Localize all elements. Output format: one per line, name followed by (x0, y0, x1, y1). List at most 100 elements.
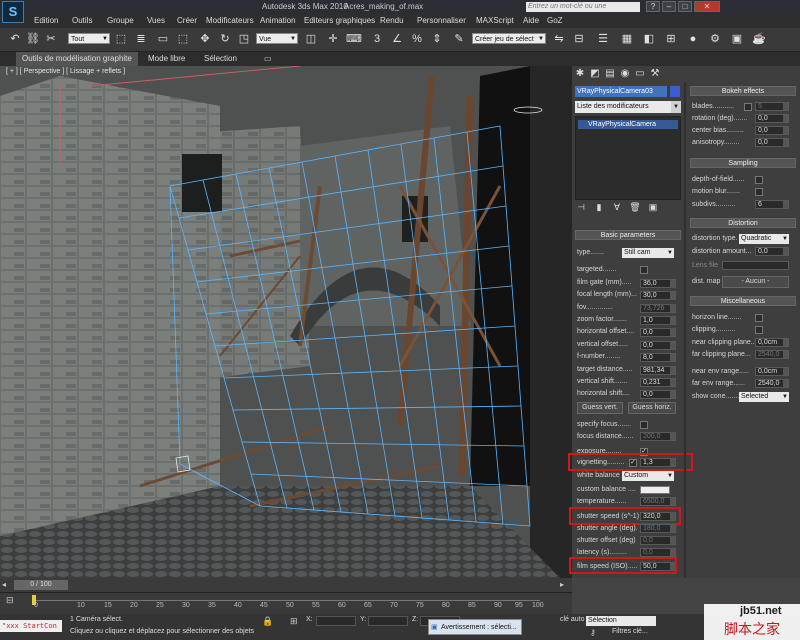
target-distance-spinner[interactable]: 981,34 (640, 366, 676, 375)
specify-focus-checkbox[interactable] (640, 421, 648, 429)
select-object-icon[interactable]: ⬚ (114, 32, 128, 46)
menu-goz[interactable]: GoZ (547, 16, 563, 25)
far-env-spinner[interactable]: 2540,0 (755, 379, 789, 388)
menu-editeurs-graphiques[interactable]: Editeurs graphiques (304, 16, 375, 25)
focal-length-spinner[interactable]: 30,0 (640, 291, 676, 300)
unlink-icon[interactable]: ✂ (44, 32, 58, 46)
rotation-spinner[interactable]: 0,0 (755, 114, 789, 123)
distortion-amount-spinner[interactable]: 0,0 (755, 247, 789, 256)
camera-type-dropdown[interactable]: Still cam ▼ (622, 248, 674, 258)
spinner-arrows-icon[interactable] (670, 367, 675, 374)
spinner-arrows-icon[interactable] (670, 525, 675, 532)
lock-selection-icon[interactable]: 🔒 (262, 616, 273, 627)
horizontal-offset-spinner[interactable]: 0,0 (640, 328, 676, 337)
named-selection-dropdown[interactable]: Créer jeu de sélect ▼ (472, 33, 546, 44)
prev-frame-icon[interactable]: ◂ (2, 580, 6, 589)
x-coord-field[interactable] (316, 616, 356, 626)
blades-checkbox[interactable] (744, 103, 752, 111)
clipping-checkbox[interactable] (755, 326, 763, 334)
mini-curve-editor-icon[interactable]: ⊟ (6, 595, 14, 606)
menu-aide[interactable]: Aide (523, 16, 539, 25)
keyboard-shortcut-icon[interactable]: ⌨ (346, 32, 362, 46)
modify-tab-icon[interactable]: ◩ (589, 68, 601, 80)
absolute-mode-icon[interactable]: ⊞ (290, 616, 298, 627)
angle-snap-icon[interactable]: ∠ (390, 32, 404, 46)
spinner-arrows-icon[interactable] (670, 391, 675, 398)
menu-outils[interactable]: Outils (72, 16, 92, 25)
pivot-center-icon[interactable]: ◫ (304, 32, 318, 46)
layer-manager-icon[interactable]: ☰ (596, 32, 610, 46)
stack-item[interactable]: VRayPhysicalCamera (578, 120, 678, 129)
guess-horiz-button[interactable]: Guess horiz. (628, 402, 676, 414)
selection-filter-dropdown[interactable]: Tout ▼ (68, 33, 110, 44)
auto-key-label[interactable]: clé auto (560, 616, 585, 623)
align-icon[interactable]: ⊟ (572, 32, 586, 46)
make-unique-icon[interactable]: ∀ (611, 202, 623, 213)
dist-map-button[interactable]: - Aucun - (722, 276, 789, 288)
tab-freeform[interactable]: Mode libre (142, 52, 191, 66)
maxscript-listener-field[interactable]: "xxx StartCon (0, 620, 62, 632)
pin-stack-icon[interactable]: ⊣ (575, 202, 587, 213)
lens-file-field[interactable] (722, 261, 789, 270)
reference-coord-dropdown[interactable]: Vue ▼ (256, 33, 298, 44)
time-slider[interactable]: 0 / 100 (14, 580, 68, 590)
track-bar[interactable]: ⊟ 0 10 15 20 25 30 35 40 45 50 55 60 65 … (0, 592, 572, 614)
spinner-snap-icon[interactable]: ⇕ (430, 32, 444, 46)
spinner-arrows-icon[interactable] (670, 280, 675, 287)
display-tab-icon[interactable]: ▭ (634, 68, 646, 80)
move-icon[interactable]: ✥ (198, 32, 212, 46)
object-name-field[interactable]: VRayPhysicalCamera03 (575, 86, 667, 97)
spinner-arrows-icon[interactable] (783, 103, 788, 110)
spinner-arrows-icon[interactable] (670, 305, 675, 312)
spinner-arrows-icon[interactable] (670, 537, 675, 544)
spinner-arrows-icon[interactable] (783, 201, 788, 208)
link-icon[interactable]: ⛓ (26, 32, 40, 46)
warning-taskbar-button[interactable]: ▣ Avertissement : sélecti... (428, 619, 522, 635)
key-filters-button[interactable]: Filtres clé... (612, 628, 648, 635)
select-manipulate-icon[interactable]: ✛ (326, 32, 340, 46)
object-color-swatch[interactable] (670, 86, 680, 97)
percent-snap-icon[interactable]: % (410, 32, 424, 46)
near-env-spinner[interactable]: 0,0cm (755, 367, 789, 376)
depth-of-field-checkbox[interactable] (755, 176, 763, 184)
motion-tab-icon[interactable]: ◉ (619, 68, 631, 80)
spinner-arrows-icon[interactable] (783, 351, 788, 358)
key-filter-icon[interactable]: ⚷ (590, 628, 596, 637)
menu-creer[interactable]: Créer (177, 16, 197, 25)
distortion-type-dropdown[interactable]: Quadratic ▼ (739, 234, 789, 244)
configure-sets-icon[interactable]: ▣ (647, 202, 659, 213)
app-logo-icon[interactable]: S (2, 1, 24, 23)
rotate-icon[interactable]: ↻ (218, 32, 232, 46)
sampling-header[interactable]: Sampling (690, 158, 796, 168)
modifier-list-dropdown[interactable]: Liste des modificateurs ▼ (575, 101, 681, 113)
anisotropy-spinner[interactable]: 0,0 (755, 138, 789, 147)
focus-distance-spinner[interactable]: 200,0 (640, 432, 676, 441)
menu-personnaliser[interactable]: Personnaliser (417, 16, 466, 25)
menu-groupe[interactable]: Groupe (107, 16, 134, 25)
spinner-arrows-icon[interactable] (783, 115, 788, 122)
vertical-shift-spinner[interactable]: 0,231 (640, 378, 676, 387)
menu-rendu[interactable]: Rendu (380, 16, 404, 25)
ribbon-toggle-icon[interactable]: ▭ (258, 52, 278, 66)
targeted-checkbox[interactable] (640, 266, 648, 274)
spinner-arrows-icon[interactable] (783, 339, 788, 346)
named-selection-icon[interactable]: ✎ (452, 32, 466, 46)
film-gate-spinner[interactable]: 36,0 (640, 279, 676, 288)
white-balance-dropdown[interactable]: Custom ▼ (622, 471, 674, 481)
spinner-arrows-icon[interactable] (670, 549, 675, 556)
menu-edition[interactable]: Edition (34, 16, 58, 25)
show-cone-dropdown[interactable]: Selected ▼ (739, 392, 789, 402)
remove-modifier-icon[interactable]: 🗑 (629, 202, 641, 213)
fov-spinner[interactable]: 73,726 (640, 304, 676, 313)
zoom-factor-spinner[interactable]: 1,0 (640, 316, 676, 325)
minimize-button[interactable]: – (662, 1, 676, 12)
near-clipping-spinner[interactable]: 0,0cm (755, 338, 789, 347)
blades-spinner[interactable]: 5 (755, 102, 789, 111)
show-end-result-icon[interactable]: ▮ (593, 202, 605, 213)
spinner-arrows-icon[interactable] (783, 248, 788, 255)
spinner-arrows-icon[interactable] (670, 329, 675, 336)
spinner-arrows-icon[interactable] (783, 368, 788, 375)
render-setup-icon[interactable]: ⚙ (708, 32, 722, 46)
selection-set-dropdown[interactable]: Sélection (586, 616, 656, 626)
spinner-arrows-icon[interactable] (670, 354, 675, 361)
